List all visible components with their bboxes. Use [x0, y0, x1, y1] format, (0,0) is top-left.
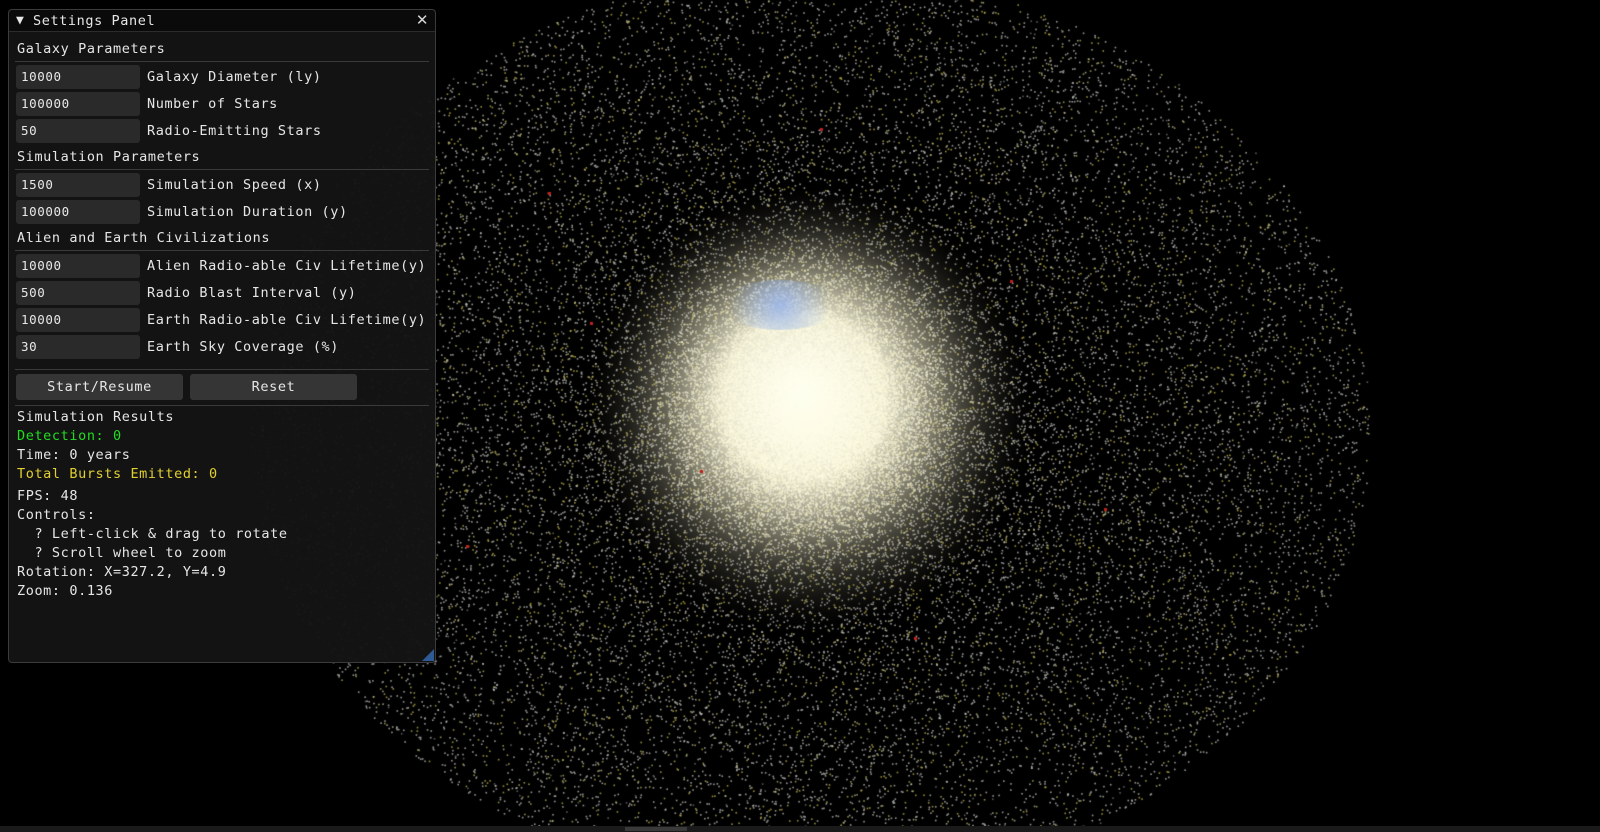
- reset-button[interactable]: Reset: [190, 374, 357, 400]
- earth-lifetime-input[interactable]: 10000: [16, 308, 140, 332]
- row-galaxy-diameter: 10000 Galaxy Diameter (ly): [16, 65, 430, 89]
- fps-readout: FPS: 48: [17, 488, 79, 504]
- radio-emitting-stars-label: Radio-Emitting Stars: [147, 123, 322, 139]
- zoom-readout: Zoom: 0.136: [17, 583, 114, 599]
- section-separator: [15, 405, 429, 406]
- row-radio-emitting-stars: 50 Radio-Emitting Stars: [16, 119, 430, 143]
- controls-header: Controls:: [17, 507, 96, 523]
- radio-blast-interval-label: Radio Blast Interval (y): [147, 285, 357, 301]
- collapse-arrow-icon[interactable]: ▼: [16, 13, 24, 28]
- row-earth-sky-coverage: 30 Earth Sky Coverage (%): [16, 335, 430, 359]
- galaxy-diameter-input[interactable]: 10000: [16, 65, 140, 89]
- row-number-of-stars: 100000 Number of Stars: [16, 92, 430, 116]
- panel-title: Settings Panel: [33, 13, 156, 29]
- scrollbar-thumb[interactable]: [625, 827, 687, 831]
- start-resume-button[interactable]: Start/Resume: [16, 374, 183, 400]
- alien-lifetime-input[interactable]: 10000: [16, 254, 140, 278]
- button-row: Start/Resume Reset: [16, 374, 430, 400]
- section-separator: [15, 169, 429, 170]
- simulation-duration-label: Simulation Duration (y): [147, 204, 348, 220]
- settings-panel[interactable]: ▼ Settings Panel ✕ Galaxy Parameters 100…: [8, 9, 436, 663]
- horizontal-scrollbar[interactable]: [0, 826, 1600, 832]
- elapsed-time: Time: 0 years: [17, 447, 131, 463]
- number-of-stars-input[interactable]: 100000: [16, 92, 140, 116]
- section-separator: [15, 250, 429, 251]
- control-rotate-hint: ? Left-click & drag to rotate: [17, 526, 288, 542]
- simulation-speed-label: Simulation Speed (x): [147, 177, 322, 193]
- rotation-readout: Rotation: X=327.2, Y=4.9: [17, 564, 227, 580]
- earth-sky-coverage-label: Earth Sky Coverage (%): [147, 339, 340, 355]
- radio-emitting-stars-input[interactable]: 50: [16, 119, 140, 143]
- row-radio-blast-interval: 500 Radio Blast Interval (y): [16, 281, 430, 305]
- detection-count: Detection: 0: [17, 428, 122, 444]
- row-simulation-duration: 100000 Simulation Duration (y): [16, 200, 430, 224]
- number-of-stars-label: Number of Stars: [147, 96, 278, 112]
- section-separator: [15, 61, 429, 62]
- earth-lifetime-label: Earth Radio-able Civ Lifetime(y): [147, 312, 427, 328]
- section-separator: [15, 369, 429, 370]
- section-header-galaxy-parameters: Galaxy Parameters: [17, 41, 166, 57]
- alien-lifetime-label: Alien Radio-able Civ Lifetime(y): [147, 258, 427, 274]
- radio-blast-interval-input[interactable]: 500: [16, 281, 140, 305]
- earth-sky-coverage-input[interactable]: 30: [16, 335, 140, 359]
- results-header: Simulation Results: [17, 409, 175, 425]
- galaxy-diameter-label: Galaxy Diameter (ly): [147, 69, 322, 85]
- control-zoom-hint: ? Scroll wheel to zoom: [17, 545, 227, 561]
- resize-grip-icon[interactable]: [422, 649, 434, 661]
- row-simulation-speed: 1500 Simulation Speed (x): [16, 173, 430, 197]
- simulation-duration-input[interactable]: 100000: [16, 200, 140, 224]
- row-earth-lifetime: 10000 Earth Radio-able Civ Lifetime(y): [16, 308, 430, 332]
- total-bursts-count: Total Bursts Emitted: 0: [17, 466, 218, 482]
- section-header-civilizations: Alien and Earth Civilizations: [17, 230, 271, 246]
- row-alien-lifetime: 10000 Alien Radio-able Civ Lifetime(y): [16, 254, 430, 278]
- close-icon[interactable]: ✕: [416, 11, 429, 29]
- simulation-speed-input[interactable]: 1500: [16, 173, 140, 197]
- panel-title-bar[interactable]: ▼ Settings Panel ✕: [9, 10, 435, 32]
- section-header-simulation-parameters: Simulation Parameters: [17, 149, 201, 165]
